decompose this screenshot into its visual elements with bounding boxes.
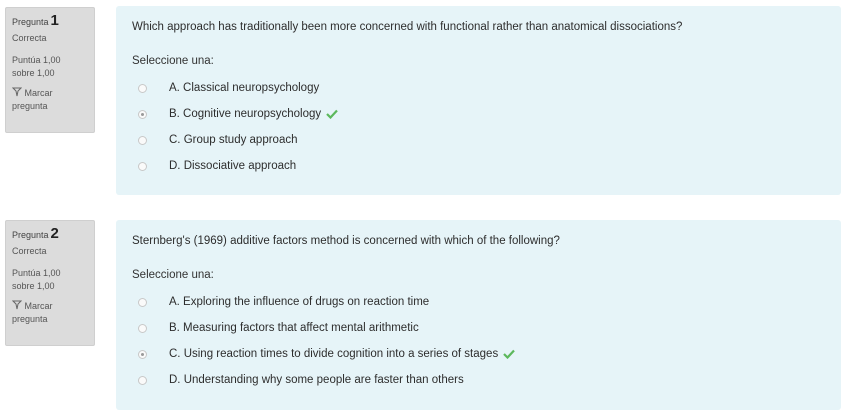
radio-button[interactable] [138, 323, 147, 333]
question-score: Puntúa 1,00 sobre 1,00 [12, 54, 89, 80]
answer-list: A. Exploring the influence of drugs on r… [132, 289, 827, 393]
question-score: Puntúa 1,00 sobre 1,00 [12, 267, 89, 293]
flag-label-2: pregunta [12, 314, 48, 324]
radio-button[interactable] [138, 135, 147, 145]
flag-icon [11, 300, 23, 310]
answer-option[interactable]: D. Understanding why some people are fas… [132, 367, 827, 393]
answer-option[interactable]: C. Using reaction times to divide cognit… [132, 341, 827, 367]
answer-option[interactable]: A. Classical neuropsychology [132, 75, 827, 101]
question-label: Pregunta [12, 230, 49, 240]
flag-question-link[interactable]: Marcar pregunta [11, 300, 89, 326]
option-label: B. Measuring factors that affect mental … [169, 322, 419, 334]
option-label: D. Dissociative approach [169, 160, 297, 172]
check-icon [326, 109, 338, 119]
score-max: sobre 1,00 [12, 68, 55, 78]
score-max: sobre 1,00 [12, 281, 55, 291]
question-number: Pregunta 1 [12, 12, 89, 29]
question-number: Pregunta 2 [12, 225, 89, 242]
question-content-2: Sternberg's (1969) additive factors meth… [116, 220, 841, 410]
question-info-1: Pregunta 1 Correcta Puntúa 1,00 sobre 1,0… [5, 7, 95, 133]
question-number-value: 1 [50, 12, 59, 29]
answer-option[interactable]: B. Measuring factors that affect mental … [132, 315, 827, 341]
option-label: A. Exploring the influence of drugs on r… [169, 296, 430, 308]
option-label: A. Classical neuropsychology [169, 82, 320, 94]
radio-button[interactable] [138, 83, 147, 93]
score-value: Puntúa 1,00 [12, 55, 61, 65]
flag-label-2: pregunta [12, 101, 48, 111]
flag-question-link[interactable]: Marcar pregunta [11, 87, 89, 113]
option-label: C. Using reaction times to divide cognit… [169, 348, 499, 360]
radio-button[interactable] [138, 375, 147, 385]
answer-option[interactable]: A. Exploring the influence of drugs on r… [132, 289, 827, 315]
option-label: B. Cognitive neuropsychology [169, 108, 322, 120]
question-text: Which approach has traditionally been mo… [132, 21, 683, 33]
check-icon [503, 349, 516, 359]
flag-label: Marcar [24, 301, 53, 311]
flag-icon [11, 87, 23, 97]
question-info-2: Pregunta 2 Correcta Puntúa 1,00 sobre 1,0… [5, 220, 95, 346]
option-label: C. Group study approach [169, 134, 298, 146]
question-content-1: Which approach has traditionally been mo… [116, 6, 841, 195]
question-text: Sternberg's (1969) additive factors meth… [132, 235, 560, 247]
flag-label: Marcar [24, 88, 53, 98]
answer-option[interactable]: C. Group study approach [132, 127, 827, 153]
answer-option[interactable]: B. Cognitive neuropsychology [132, 101, 827, 127]
question-status: Correcta [12, 246, 47, 256]
answer-prompt: Seleccione una: [132, 269, 214, 281]
answer-prompt: Seleccione una: [132, 55, 214, 67]
question-label: Pregunta [12, 17, 49, 27]
radio-button-selected[interactable] [138, 349, 147, 359]
answer-list: A. Classical neuropsychology B. Cognitiv… [132, 75, 827, 179]
radio-button[interactable] [138, 297, 147, 307]
radio-button-selected[interactable] [138, 109, 147, 119]
score-value: Puntúa 1,00 [12, 268, 61, 278]
option-label: D. Understanding why some people are fas… [169, 374, 464, 386]
question-status: Correcta [12, 33, 47, 43]
radio-button[interactable] [138, 161, 147, 171]
answer-option[interactable]: D. Dissociative approach [132, 153, 827, 179]
question-number-value: 2 [50, 225, 59, 242]
